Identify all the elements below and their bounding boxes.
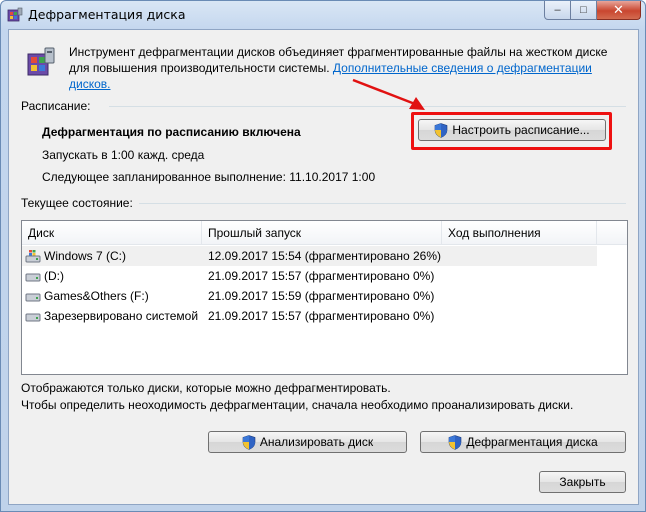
- current-state-separator: [139, 203, 626, 204]
- uac-shield-icon: [449, 434, 462, 450]
- schedule-group-label: Расписание:: [21, 99, 91, 113]
- schedule-status: Дефрагментация по расписанию включена: [42, 125, 301, 139]
- defrag-header-icon: [27, 47, 55, 76]
- disk-row-f[interactable]: Games&Others (F:) 21.09.2017 15:59 (фраг…: [22, 286, 597, 306]
- minimize-icon: –: [554, 4, 561, 16]
- last-run-cell: 21.09.2017 15:59 (фрагментировано 0%): [208, 289, 435, 303]
- column-header-last-run[interactable]: Прошлый запуск: [202, 221, 442, 245]
- close-icon: ✕: [613, 2, 624, 17]
- uac-shield-icon: [435, 122, 448, 138]
- disk-list-header: Диск Прошлый запуск Ход выполнения: [22, 221, 627, 245]
- close-window-button[interactable]: ✕: [597, 1, 641, 20]
- maximize-icon: □: [580, 4, 587, 16]
- column-header-filler: [597, 221, 627, 245]
- current-state-group-label: Текущее состояние:: [21, 196, 133, 210]
- disk-cell: (D:): [22, 269, 202, 283]
- close-button-label: Закрыть: [559, 475, 606, 489]
- title-bar[interactable]: Дефрагментация диска – □ ✕: [1, 1, 645, 29]
- close-button[interactable]: Закрыть: [539, 471, 626, 493]
- defragment-disk-label: Дефрагментация диска: [466, 435, 598, 449]
- disk-cell: Зарезервировано системой: [22, 309, 202, 323]
- analyze-disk-label: Анализировать диск: [259, 435, 374, 449]
- disk-name: Games&Others (F:): [44, 289, 149, 303]
- defrag-window: Дефрагментация диска – □ ✕ Инструмент де…: [0, 0, 646, 512]
- caption-buttons: – □ ✕: [544, 1, 641, 21]
- hard-drive-icon: [25, 313, 41, 322]
- column-header-progress[interactable]: Ход выполнения: [442, 221, 597, 245]
- hard-drive-icon: [25, 273, 41, 282]
- last-run-cell: 21.09.2017 15:57 (фрагментировано 0%): [208, 309, 435, 323]
- disk-row-c[interactable]: Windows 7 (C:) 12.09.2017 15:54 (фрагмен…: [22, 246, 597, 266]
- uac-shield-icon: [242, 434, 256, 450]
- disk-row-d[interactable]: (D:) 21.09.2017 15:57 (фрагментировано 0…: [22, 266, 597, 286]
- configure-schedule-button[interactable]: Настроить расписание...: [418, 119, 606, 141]
- last-run-cell: 12.09.2017 15:54 (фрагментировано 26%): [208, 249, 442, 263]
- column-header-disk[interactable]: Диск: [22, 221, 202, 245]
- defrag-app-icon: [7, 7, 23, 22]
- disk-name: Windows 7 (C:): [44, 249, 127, 263]
- defragment-disk-button[interactable]: Дефрагментация диска: [420, 431, 626, 453]
- note-analyze-first: Чтобы определить неоходимость дефрагмент…: [21, 398, 574, 412]
- annotation-arrow: [352, 78, 425, 110]
- schedule-run-time: Запускать в 1:00 кажд. среда: [42, 148, 205, 162]
- disk-name: (D:): [44, 269, 64, 283]
- maximize-button[interactable]: □: [571, 1, 597, 20]
- minimize-button[interactable]: –: [544, 1, 571, 20]
- hard-drive-icon: [25, 293, 41, 302]
- last-run-cell: 21.09.2017 15:57 (фрагментировано 0%): [208, 269, 435, 283]
- note-defraggable-only: Отображаются только диски, которые можно…: [21, 381, 391, 395]
- disk-list[interactable]: Диск Прошлый запуск Ход выполнения Windo…: [21, 220, 628, 375]
- windows-drive-icon: [25, 250, 41, 263]
- configure-schedule-label: Настроить расписание...: [452, 123, 590, 137]
- dialog-client-area: Инструмент дефрагментации дисков объедин…: [8, 29, 639, 505]
- analyze-disk-button[interactable]: Анализировать диск: [208, 431, 407, 453]
- disk-cell: Windows 7 (C:): [22, 249, 202, 263]
- schedule-next-run: Следующее запланированное выполнение: 11…: [42, 170, 376, 184]
- disk-row-reserved[interactable]: Зарезервировано системой 21.09.2017 15:5…: [22, 306, 597, 326]
- window-title: Дефрагментация диска: [28, 7, 186, 22]
- disk-name: Зарезервировано системой: [44, 309, 199, 323]
- disk-cell: Games&Others (F:): [22, 289, 202, 303]
